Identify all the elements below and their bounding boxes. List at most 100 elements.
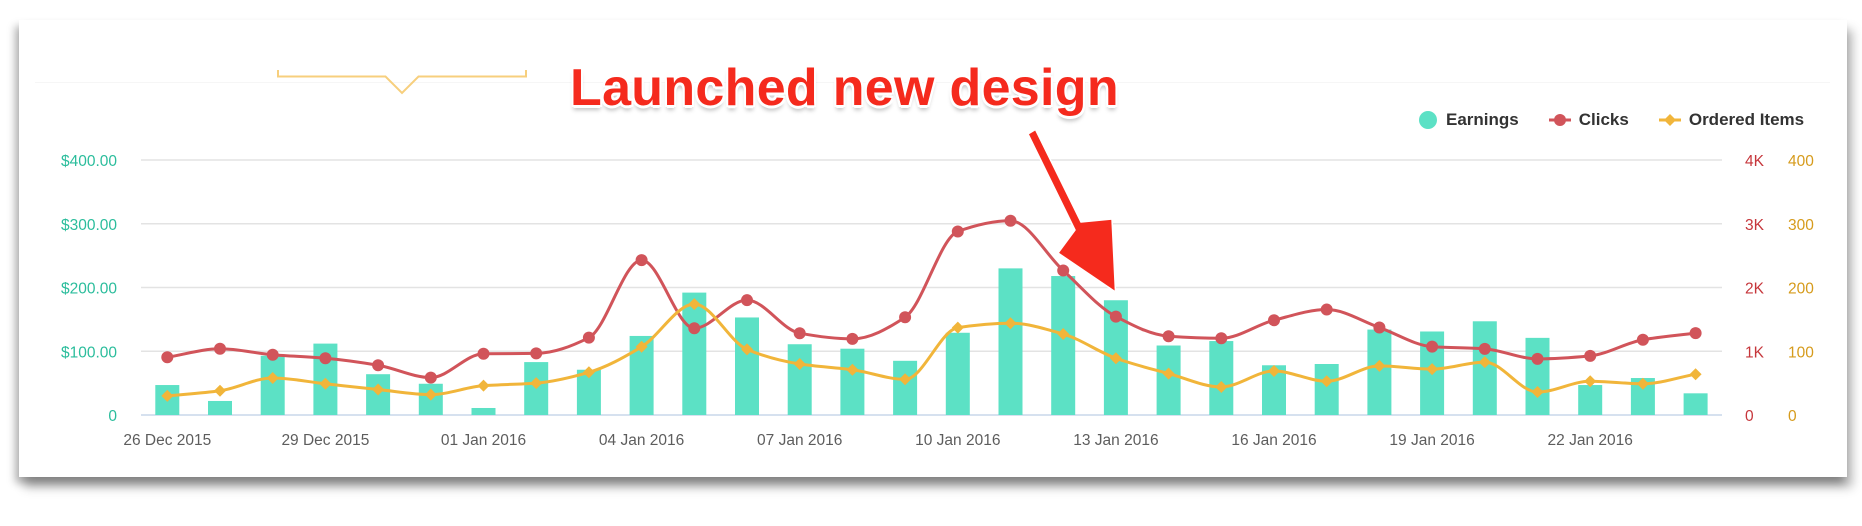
clicks-point [793,327,806,340]
earnings-bar [893,360,918,415]
earnings-bar [1525,337,1550,415]
y-right-items-tick-label: 200 [1788,281,1814,298]
clicks-point [1004,214,1017,227]
ordered-items-point [951,321,964,334]
clicks-point [424,371,437,384]
ordered-items-point [1689,368,1702,381]
clicks-point [1109,310,1122,323]
range-selector-bracket[interactable] [277,70,527,95]
annotation-arrow-icon [1027,128,1117,293]
y-left-tick-label: $400.00 [61,153,117,170]
earnings-bar [682,292,707,415]
x-tick-label: 10 Jan 2016 [915,432,1000,449]
clicks-point [477,347,490,360]
earnings-bar [1472,321,1497,415]
clicks-point [741,294,753,307]
clicks-point [1636,333,1649,346]
clicks-point [1373,321,1386,334]
earnings-bar [998,268,1023,415]
clicks-point [1584,349,1597,362]
x-tick-label: 22 Jan 2016 [1548,432,1633,449]
clicks-point [1478,342,1491,355]
line-circle-marker-icon [1548,114,1571,126]
bracket-shape [277,70,527,95]
clicks-point [899,311,912,324]
legend-label-ordered-items: Ordered Items [1688,110,1805,129]
y-right-clicks-tick-label: 0 [1745,408,1754,425]
circle-marker-icon [1419,111,1437,129]
y-right-clicks-tick-label: 2K [1745,281,1765,298]
earnings-bar [735,317,759,415]
legend-label-earnings: Earnings [1446,110,1519,129]
legend-label-clicks: Clicks [1578,110,1629,129]
x-tick-label: 01 Jan 2016 [441,432,526,449]
clicks-point [951,225,964,238]
y-right-items-tick-label: 300 [1788,217,1814,234]
ordered-items-series [161,298,1702,402]
ordered-items-point [477,379,490,392]
clicks-point [319,352,332,365]
clicks-point [1215,332,1228,345]
earnings-bar [945,332,970,415]
clicks-point [1057,264,1070,277]
y-right-clicks-tick-label: 3K [1745,217,1765,234]
clicks-point [1426,340,1439,353]
clicks-point [582,331,595,344]
earnings-bar [787,344,812,415]
legend-item-clicks[interactable]: Clicks [1548,110,1629,130]
clicks-point [1162,330,1175,343]
x-tick-label: 16 Jan 2016 [1231,432,1316,449]
earnings-bar [260,355,285,415]
clicks-point [635,254,648,267]
clicks-point [1268,314,1280,327]
line-diamond-marker-icon [1658,114,1681,126]
x-tick-label: 19 Jan 2016 [1389,432,1474,449]
earnings-bar [1367,329,1392,415]
legend-item-earnings[interactable]: Earnings [1418,110,1519,130]
x-tick-label: 29 Dec 2015 [281,432,369,449]
earnings-bar [1314,364,1339,415]
y-axis-right-ordered-items: 0 100 200 300 400 [1788,153,1814,425]
legend-item-ordered-items[interactable]: Ordered Items [1658,110,1805,130]
annotation-title: Launched new design [570,59,1119,117]
earnings-bar [1683,393,1708,415]
clicks-point [161,351,174,364]
earnings-bar [1156,345,1181,415]
clicks-series [161,214,1702,384]
y-right-items-tick-label: 100 [1788,344,1814,361]
y-right-items-tick-label: 400 [1788,153,1814,170]
earnings-bar [840,348,865,415]
x-tick-label: 13 Jan 2016 [1073,432,1158,449]
clicks-point [1531,352,1544,365]
ordered-items-point [214,384,226,397]
clicks-point [530,347,543,360]
x-tick-label: 26 Dec 2015 [123,432,211,449]
clicks-point [1320,303,1333,316]
clicks-point [266,348,279,361]
clicks-point [688,322,701,335]
y-left-tick-label: $200.00 [61,281,117,298]
clicks-point [1689,327,1702,340]
earnings-bar [1051,276,1076,415]
y-right-clicks-tick-label: 4K [1745,153,1765,170]
clicks-point [214,342,226,355]
y-left-tick-label: 0 [108,408,117,425]
y-axis-left-earnings: 0 $100.00 $200.00 $300.00 $400.00 [61,153,117,425]
y-axis-right-clicks: 0 1K 2K 3K 4K [1745,153,1765,425]
clicks-point [846,332,859,345]
earnings-bar [208,400,232,415]
earnings-bar [471,407,496,415]
y-right-items-tick-label: 0 [1788,408,1797,425]
chart-legend: Earnings Clicks Ordered Items [1418,108,1804,132]
clicks-point [372,359,385,372]
ordered-items-line [167,302,1696,398]
y-left-tick-label: $300.00 [61,217,117,234]
earnings-bar [1209,341,1234,415]
y-left-tick-label: $100.00 [61,344,117,361]
earnings-bar [1578,385,1603,415]
x-tick-label: 04 Jan 2016 [599,432,684,449]
earnings-bars [155,268,1708,415]
y-right-clicks-tick-label: 1K [1745,344,1765,361]
x-axis: 26 Dec 2015 29 Dec 2015 01 Jan 2016 04 Jan … [123,432,1633,449]
x-tick-label: 07 Jan 2016 [757,432,842,449]
